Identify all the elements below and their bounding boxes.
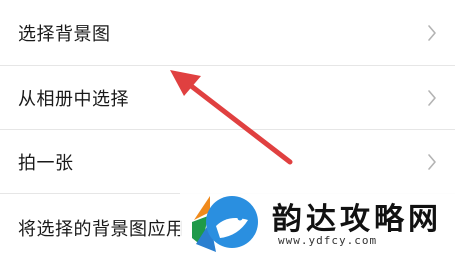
menu-item-label: 拍一张 bbox=[18, 152, 74, 174]
menu-item-select-background[interactable]: 选择背景图 bbox=[0, 0, 455, 66]
menu-item-label: 将选择的背景图应用 bbox=[18, 218, 185, 240]
chevron-right-icon bbox=[428, 153, 436, 170]
chevron-right-icon bbox=[428, 24, 436, 41]
menu-item-choose-from-album[interactable]: 从相册中选择 bbox=[0, 66, 455, 130]
menu-item-label: 选择背景图 bbox=[18, 23, 111, 45]
menu-item-label: 从相册中选择 bbox=[18, 88, 129, 110]
site-logo-icon bbox=[192, 196, 258, 252]
chevron-right-icon bbox=[428, 89, 436, 106]
watermark-title: 韵达攻略网 bbox=[272, 202, 442, 237]
watermark: 韵达攻略网 www.ydfcy.com bbox=[180, 176, 455, 261]
watermark-url: www.ydfcy.com bbox=[278, 234, 378, 247]
